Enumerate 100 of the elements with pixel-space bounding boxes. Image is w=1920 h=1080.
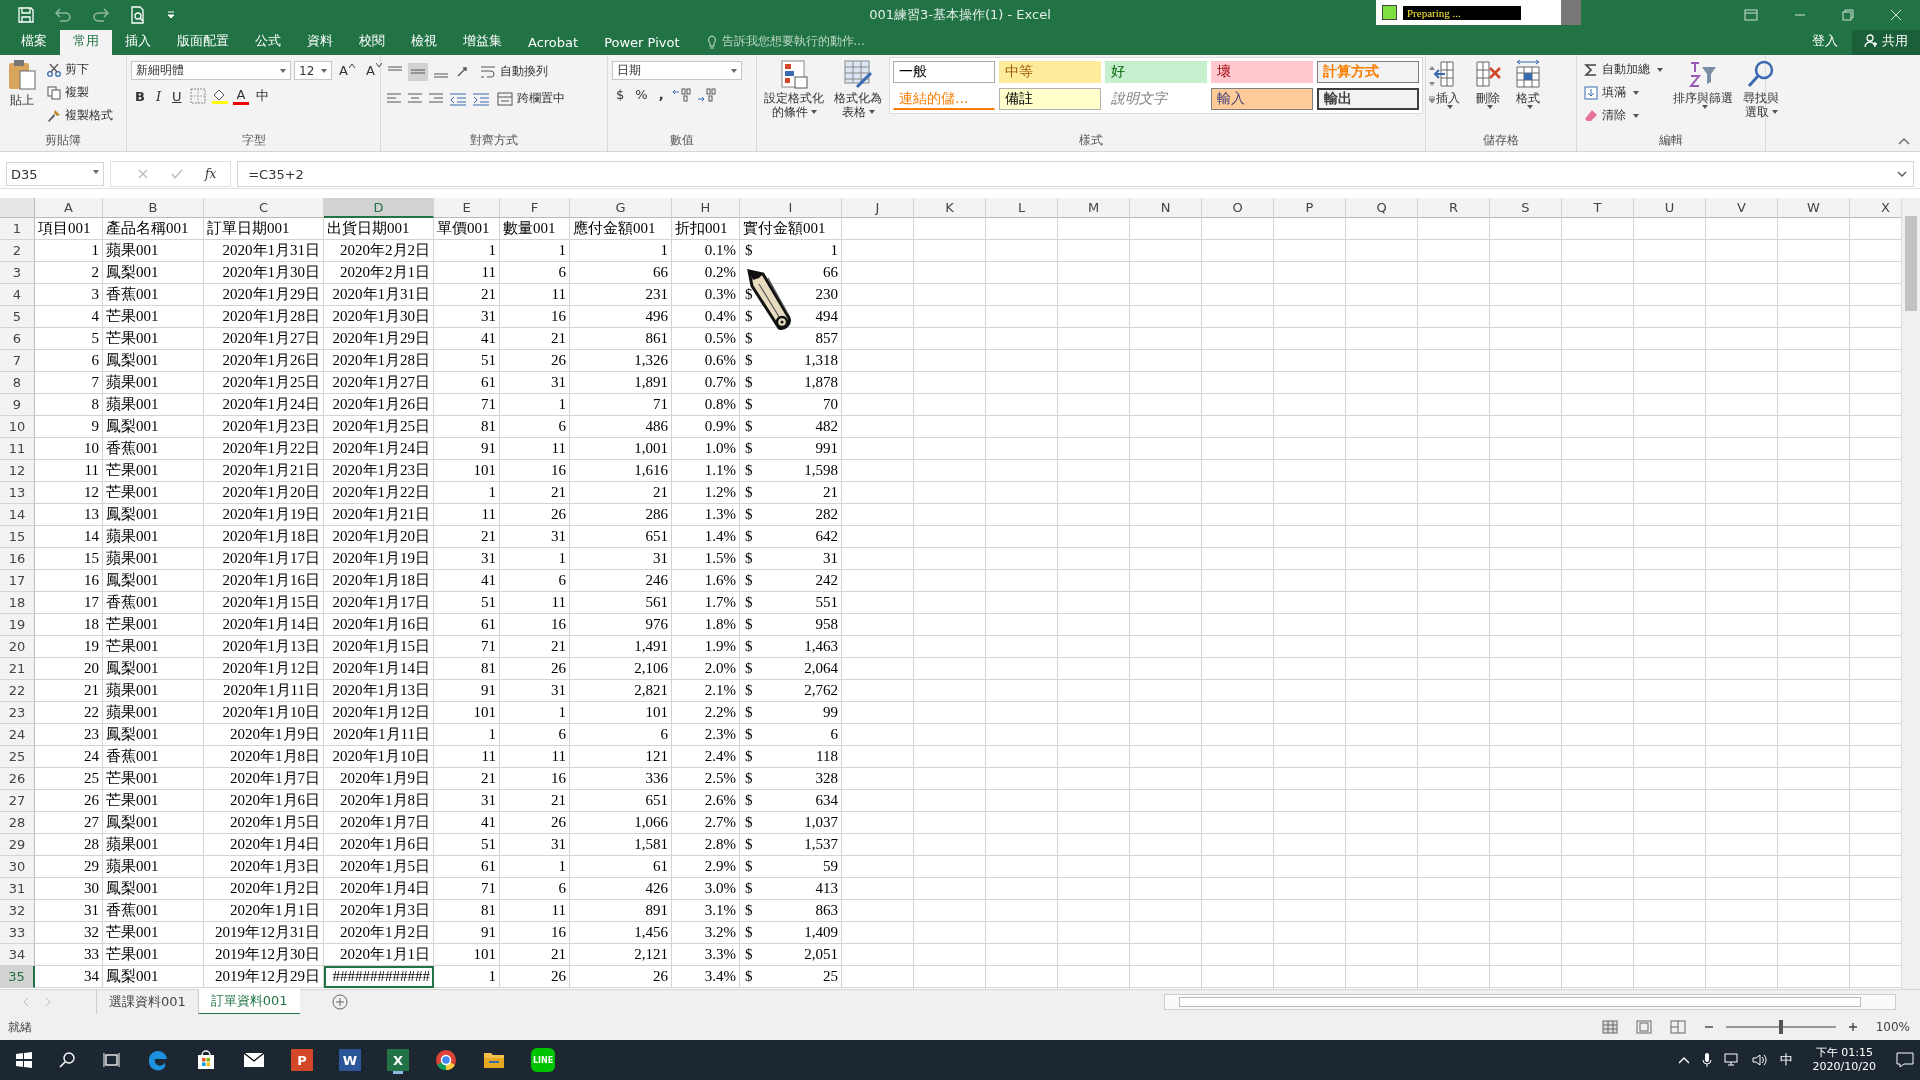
volume-icon[interactable] [1751, 1053, 1768, 1067]
edge-browser-icon[interactable] [147, 1049, 169, 1071]
column-header[interactable]: W [1778, 198, 1850, 218]
office-app-icon[interactable]: X [387, 1049, 409, 1071]
comma-button[interactable]: , [654, 86, 668, 103]
column-header[interactable]: N [1130, 198, 1202, 218]
underline-button[interactable]: U [168, 87, 186, 105]
column-header[interactable]: E [434, 198, 500, 218]
vertical-scrollbar[interactable] [1901, 198, 1920, 989]
insert-function-button[interactable]: fx [205, 167, 217, 181]
row-header[interactable]: 25 [0, 746, 35, 768]
currency-button[interactable]: $ [612, 86, 629, 103]
ribbon-tab[interactable]: 校閱 [346, 28, 398, 55]
undo-icon[interactable] [54, 8, 72, 22]
column-header[interactable]: K [914, 198, 986, 218]
row-header[interactable]: 30 [0, 856, 35, 878]
name-box[interactable]: D35 [6, 162, 104, 186]
column-header[interactable]: F [500, 198, 570, 218]
row-header[interactable]: 23 [0, 702, 35, 724]
ribbon-tab[interactable]: Power Pivot [591, 31, 693, 55]
row-header[interactable]: 19 [0, 614, 35, 636]
column-header[interactable]: C [204, 198, 324, 218]
row-header[interactable]: 33 [0, 922, 35, 944]
print-preview-icon[interactable] [130, 6, 146, 24]
row-header[interactable]: 17 [0, 570, 35, 592]
cell-style-option[interactable]: 一般 [893, 61, 995, 83]
format-cells-button[interactable]: 格式 [1510, 57, 1546, 111]
microphone-icon[interactable] [1701, 1052, 1712, 1068]
save-icon[interactable] [18, 7, 34, 23]
customize-icon[interactable] [166, 10, 176, 20]
autosum-button[interactable]: 自動加總 [1581, 59, 1666, 80]
clear-button[interactable]: 清除 [1581, 105, 1666, 126]
format-as-table-button[interactable]: 格式化為 表格 [831, 57, 885, 121]
fill-button[interactable]: 填滿 [1581, 82, 1666, 103]
ribbon-tab[interactable]: 檔案 [8, 28, 60, 55]
normal-view-icon[interactable] [1601, 1020, 1618, 1034]
column-header[interactable]: X [1850, 198, 1901, 218]
cell-style-option[interactable]: 輸出 [1317, 88, 1419, 110]
sort-filter-button[interactable]: 排序與篩選 [1670, 57, 1736, 111]
clock[interactable]: 下午 01:15 2020/10/20 [1812, 1046, 1876, 1074]
expand-icon[interactable] [1897, 170, 1907, 178]
column-header[interactable]: J [842, 198, 914, 218]
formula-field[interactable]: =C35+2 [237, 161, 1914, 187]
column-header[interactable]: D [324, 198, 434, 218]
column-header[interactable]: G [570, 198, 672, 218]
row-header[interactable]: 21 [0, 658, 35, 680]
redo-icon[interactable] [92, 8, 110, 22]
insert-cells-button[interactable]: 插入 [1430, 57, 1466, 111]
column-header[interactable]: R [1418, 198, 1490, 218]
office-app-icon[interactable]: W [339, 1049, 361, 1071]
column-header[interactable]: V [1706, 198, 1778, 218]
row-header[interactable]: 11 [0, 438, 35, 460]
input-method-indicator[interactable]: 中 [1779, 1051, 1793, 1069]
merge-center-button[interactable]: 跨欄置中 [494, 88, 568, 109]
phonetic-button[interactable]: 中 [252, 86, 274, 106]
add-sheet-icon[interactable] [331, 994, 348, 1010]
cell-style-option[interactable]: 備註 [999, 88, 1101, 110]
percent-button[interactable]: % [631, 86, 652, 103]
cell-style-option[interactable]: 說明文字 [1105, 88, 1207, 110]
bold-button[interactable]: B [131, 87, 149, 105]
ribbon-tab[interactable]: 版面配置 [164, 28, 242, 55]
row-header[interactable]: 26 [0, 768, 35, 790]
notification-icon[interactable] [1896, 1052, 1914, 1068]
find-select-button[interactable]: 尋找與 選取 [1740, 57, 1782, 121]
ribbon-tab[interactable]: 插入 [112, 28, 164, 55]
chrome-browser-icon[interactable] [435, 1049, 457, 1071]
share-button[interactable]: 共用 [1852, 28, 1920, 55]
paste-button[interactable]: 貼上 [4, 57, 40, 109]
zoom-level[interactable]: 100% [1875, 1020, 1910, 1034]
number-format-dropdown[interactable]: 日期 [612, 61, 742, 80]
decrease-decimal-icon[interactable] [695, 86, 718, 103]
column-header[interactable]: I [740, 198, 842, 218]
decrease-font-button[interactable]: A [361, 62, 386, 79]
row-header[interactable]: 12 [0, 460, 35, 482]
row-header[interactable]: 4 [0, 284, 35, 306]
cell-style-option[interactable]: 中等 [999, 61, 1101, 83]
windows-start-icon[interactable] [15, 1051, 33, 1069]
network-icon[interactable] [1723, 1053, 1740, 1067]
row-header[interactable]: 18 [0, 592, 35, 614]
folder-icon[interactable] [483, 1051, 505, 1069]
row-header[interactable]: 5 [0, 306, 35, 328]
column-header[interactable]: A [35, 198, 103, 218]
page-break-icon[interactable] [1669, 1020, 1686, 1034]
row-header[interactable]: 15 [0, 526, 35, 548]
column-header[interactable]: H [672, 198, 740, 218]
zoom-thumb[interactable] [1778, 1020, 1783, 1034]
row-header[interactable]: 1 [0, 218, 35, 240]
row-header[interactable]: 8 [0, 372, 35, 394]
row-header[interactable]: 27 [0, 790, 35, 812]
increase-decimal-icon[interactable] [670, 86, 693, 103]
task-view-icon[interactable] [103, 1051, 121, 1069]
search-icon[interactable] [59, 1051, 77, 1069]
row-header[interactable]: 3 [0, 262, 35, 284]
italic-button[interactable]: I [151, 87, 166, 105]
row-header[interactable]: 10 [0, 416, 35, 438]
cell-style-option[interactable]: 好 [1105, 61, 1207, 83]
row-header[interactable]: 7 [0, 350, 35, 372]
office-app-icon[interactable]: P [291, 1049, 313, 1071]
font-size-dropdown[interactable]: 12 [294, 61, 332, 80]
restore-icon[interactable] [1842, 9, 1854, 21]
